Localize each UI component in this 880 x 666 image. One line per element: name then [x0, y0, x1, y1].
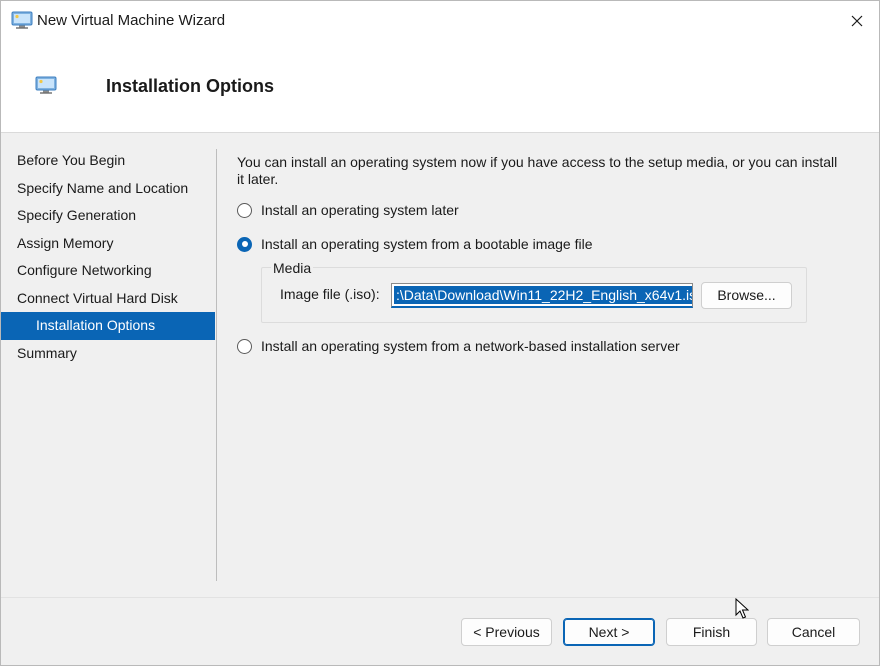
monitor-icon — [11, 11, 33, 29]
wizard-header: Installation Options — [1, 41, 879, 133]
radio-install-from-network[interactable] — [237, 338, 252, 354]
option-label: Install an operating system from a boota… — [261, 236, 593, 252]
image-file-input[interactable]: :\Data\Download\Win11_22H2_English_x64v1… — [391, 283, 693, 308]
finish-button[interactable]: Finish — [666, 618, 757, 646]
option-install-from-image[interactable]: Install an operating system from a boota… — [237, 236, 593, 252]
close-button[interactable] — [835, 1, 879, 41]
nav-item-before-you-begin[interactable]: Before You Begin — [1, 147, 215, 175]
monitor-icon — [35, 76, 57, 94]
radio-install-from-image[interactable] — [237, 236, 252, 252]
media-legend: Media — [271, 260, 314, 276]
image-file-value: :\Data\Download\Win11_22H2_English_x64v1… — [394, 286, 692, 304]
cancel-button[interactable]: Cancel — [767, 618, 860, 646]
option-label: Install an operating system from a netwo… — [261, 338, 680, 354]
browse-button[interactable]: Browse... — [701, 282, 792, 309]
wizard-window: New Virtual Machine Wizard Installation … — [0, 0, 880, 666]
next-button[interactable]: Next > — [563, 618, 655, 646]
nav-item-configure-networking[interactable]: Configure Networking — [1, 257, 215, 285]
nav-item-specify-name-location[interactable]: Specify Name and Location — [1, 175, 215, 203]
nav-item-specify-generation[interactable]: Specify Generation — [1, 202, 215, 230]
nav-item-installation-options[interactable]: Installation Options — [1, 312, 215, 340]
page-title: Installation Options — [106, 76, 275, 96]
title-bar: New Virtual Machine Wizard — [1, 1, 879, 41]
nav-item-connect-virtual-hard-disk[interactable]: Connect Virtual Hard Disk — [1, 285, 215, 313]
radio-install-later[interactable] — [237, 202, 252, 218]
mouse-cursor-icon — [735, 598, 749, 619]
close-icon — [851, 15, 863, 27]
previous-button[interactable]: < Previous — [461, 618, 552, 646]
wizard-steps-nav: Before You Begin Specify Name and Locati… — [1, 147, 215, 367]
nav-item-assign-memory[interactable]: Assign Memory — [1, 230, 215, 258]
option-install-from-network[interactable]: Install an operating system from a netwo… — [237, 338, 680, 354]
nav-item-summary[interactable]: Summary — [1, 340, 215, 368]
window-title: New Virtual Machine Wizard — [37, 12, 226, 29]
intro-text: You can install an operating system now … — [237, 154, 838, 187]
image-file-label: Image file (.iso): — [280, 286, 380, 302]
nav-divider — [216, 149, 217, 581]
option-install-later[interactable]: Install an operating system later — [237, 202, 459, 218]
option-label: Install an operating system later — [261, 202, 459, 218]
